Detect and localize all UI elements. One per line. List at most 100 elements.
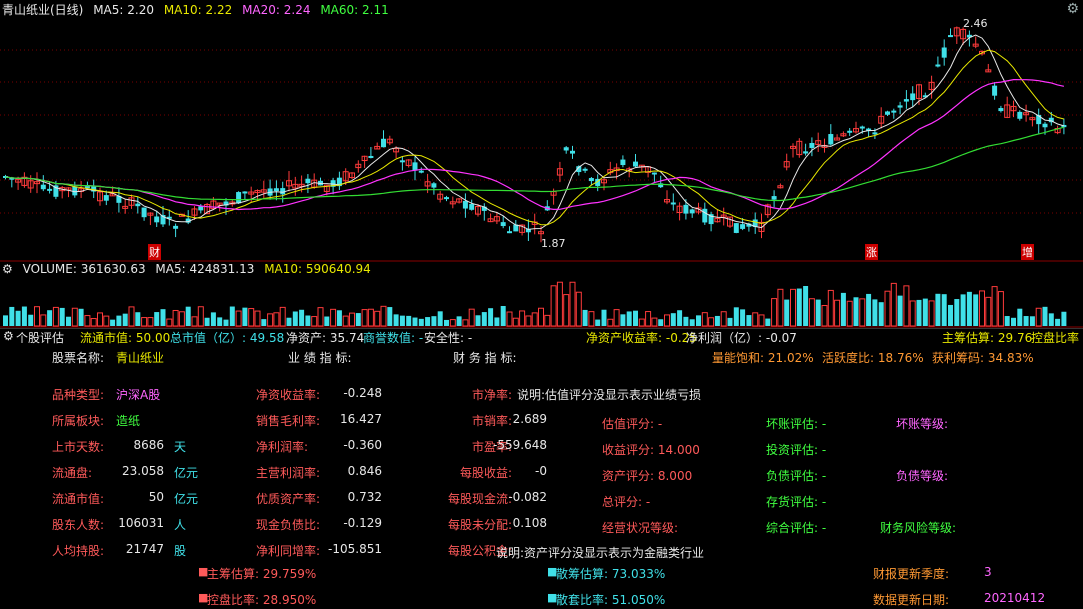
candle-body-down — [141, 207, 147, 218]
volume-bar-down — [355, 313, 361, 326]
basic-info-value: 8686 — [133, 438, 164, 452]
basic-info-unit: 亿元 — [174, 492, 199, 506]
volume-bar-down — [784, 299, 790, 326]
financial-risk-grade: 财务风险等级: — [880, 521, 957, 535]
volume-bar-down — [387, 307, 393, 326]
candle-body-down — [885, 111, 890, 115]
score-item: 总评分: - — [602, 495, 651, 509]
candle-body-down — [771, 196, 777, 200]
perf-value: -105.851 — [328, 542, 382, 556]
panel-title: 个股评估 — [16, 331, 65, 345]
volume-bar-down — [582, 309, 588, 326]
volume-bar-up — [846, 300, 853, 327]
candlestick-chart[interactable] — [0, 0, 1083, 262]
volume-bar-up — [317, 307, 324, 327]
volume-bar-up — [519, 310, 526, 327]
price-chart-panel[interactable]: 青山纸业(日线) MA5: 2.20 MA10: 2.22 MA20: 2.24… — [0, 0, 1083, 262]
increase-marker[interactable]: 增 — [1021, 244, 1034, 260]
settings-icon[interactable]: ⚙ — [1066, 1, 1079, 17]
volume-bar-down — [815, 299, 821, 326]
fin-value: 2.689 — [512, 412, 547, 426]
volume-bar-down — [1048, 313, 1054, 326]
volume-bar-up — [531, 312, 538, 327]
score-item: 估值评分: - — [602, 417, 663, 431]
candle-body-down — [872, 132, 878, 135]
volume-readout: VOLUME: 361630.63 — [22, 262, 146, 276]
candle-body-down — [444, 197, 449, 200]
stock-name-value: 青山纸业 — [116, 351, 165, 365]
valuation-note: 说明:估值评分没显示表示业绩亏损 — [517, 388, 702, 402]
volume-bar-down — [444, 319, 449, 326]
volume-bar-down — [110, 319, 116, 326]
volume-bar-down — [28, 314, 34, 326]
candle-body-down — [47, 188, 53, 191]
candle-body-down — [941, 47, 947, 58]
volume-bar-down — [1017, 308, 1023, 326]
volume-bar-up — [512, 317, 519, 327]
high-price-label: 2.46 — [963, 17, 988, 30]
volume-bar-up — [40, 314, 47, 327]
volume-bar-down — [78, 308, 84, 326]
volume-bar-down — [305, 315, 311, 326]
volume-bar-up — [997, 291, 1004, 327]
volume-bar-down — [948, 304, 953, 326]
vol-ma10-readout: MA10: 590640.94 — [264, 262, 371, 276]
ctrl-ratio-summary: 控盘比率 — [1031, 331, 1080, 345]
volume-bar-down — [670, 313, 676, 326]
candle-body-down — [500, 222, 506, 227]
volume-bar-up — [827, 289, 834, 327]
score-item: 资产评分: 8.000 — [602, 469, 693, 483]
asset-note: 说明:资产评分没显示表示为金融类行业 — [496, 546, 705, 560]
volume-bar-down — [897, 295, 903, 326]
score-item: 经营状况等级: — [602, 521, 679, 535]
main-est-summary: 主筹估算: 29.76 — [942, 331, 1033, 345]
perf-value: -0.129 — [343, 516, 382, 530]
volume-bar-down — [223, 319, 229, 326]
volume-bar-down — [185, 306, 191, 326]
low-price-label: 1.87 — [541, 237, 566, 250]
volume-bar-down — [204, 317, 210, 326]
volume-bar-down — [475, 315, 481, 326]
basic-info-value: 造纸 — [116, 414, 141, 428]
fin-value: 0.108 — [512, 516, 547, 530]
volume-bar-up — [821, 305, 828, 327]
volume-bar-down — [15, 310, 21, 326]
volume-bar-down — [1042, 306, 1048, 326]
basic-info-label: 品种类型: — [52, 388, 105, 402]
volume-bar-down — [941, 294, 947, 326]
volume-bar-down — [286, 317, 292, 326]
perf-label: 净利润率: — [256, 440, 309, 454]
evaluation-top-bar: ⚙ 个股评估 流通市值: 50.00 总市值（亿）: 49.58 净资产: 35… — [0, 328, 1083, 345]
candle-body-down — [588, 178, 594, 182]
volume-bar-down — [122, 313, 128, 326]
limit-up-marker[interactable]: 涨 — [865, 244, 878, 260]
candle-body-down — [431, 183, 437, 188]
perf-value: -0.360 — [343, 438, 382, 452]
fin-value: -0.082 — [508, 490, 547, 504]
candle-body-down — [670, 202, 676, 205]
volume-header: ⚙ VOLUME: 361630.63 MA5: 424831.13 MA10:… — [2, 262, 377, 278]
volume-bar-down — [47, 310, 53, 326]
volume-chart-panel[interactable]: ⚙ VOLUME: 361630.63 MA5: 424831.13 MA10:… — [0, 262, 1083, 328]
gear-eval-icon[interactable]: ⚙ — [3, 329, 14, 343]
gear-small-icon[interactable]: ⚙ — [2, 262, 13, 276]
volume-bar-down — [66, 316, 71, 326]
candle-body-down — [236, 192, 242, 204]
volume-bar-up — [342, 315, 349, 327]
basic-info-unit: 股 — [174, 544, 187, 558]
volume-bar-down — [500, 306, 506, 326]
evaluation-item: 投资评估: - — [766, 443, 827, 457]
volume-bar-up — [607, 318, 614, 327]
basic-info-unit: 天 — [174, 440, 187, 454]
volume-bar-up — [267, 313, 274, 327]
volume-bar-down — [399, 315, 405, 326]
candle-body-down — [651, 172, 657, 175]
basic-info-unit: 亿元 — [174, 466, 199, 480]
candle-body-down — [198, 206, 204, 211]
stock-period-title: 青山纸业(日线) — [2, 3, 84, 17]
financial-report-marker[interactable]: 财 — [148, 244, 161, 260]
volume-bar-up — [71, 307, 78, 327]
volume-bar-up — [638, 318, 645, 327]
candle-body-down — [399, 160, 405, 163]
evaluation-item: 存货评估: - — [766, 495, 827, 509]
